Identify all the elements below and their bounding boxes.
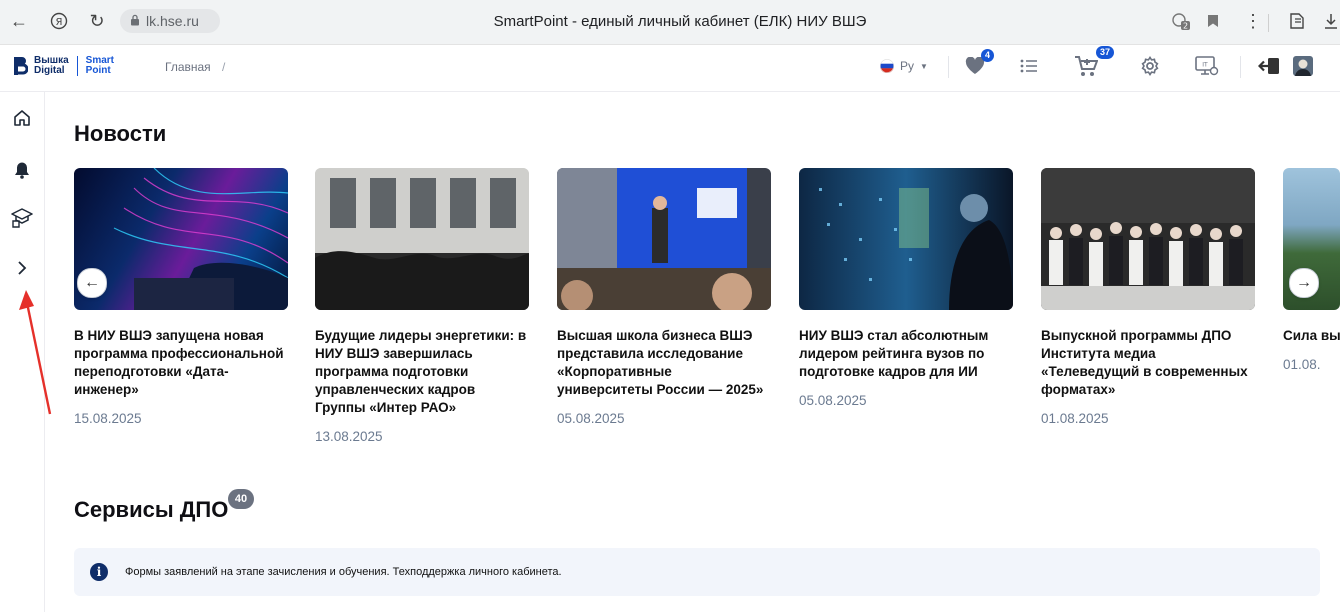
graduation-cap-icon[interactable] bbox=[10, 206, 34, 230]
breadcrumb-separator: / bbox=[222, 60, 226, 74]
news-card-title[interactable]: В НИУ ВШЭ запущена новая программа профе… bbox=[74, 327, 288, 399]
news-card[interactable]: Выпускной программы ДПО Института медиа … bbox=[1041, 168, 1255, 426]
news-card-title[interactable]: Будущие лидеры энергетики: в НИУ ВШЭ зав… bbox=[315, 327, 529, 417]
collections-icon[interactable] bbox=[1286, 10, 1308, 32]
settings-gear-icon[interactable] bbox=[1138, 54, 1162, 78]
language-selector[interactable]: Ру ▼ bbox=[874, 54, 934, 78]
news-card[interactable]: НИУ ВШЭ стал абсолютным лидером рейтинга… bbox=[799, 168, 1013, 408]
yandex-icon[interactable]: Я bbox=[48, 10, 70, 32]
news-card-date: 05.08.2025 bbox=[799, 393, 867, 408]
cart-icon[interactable] bbox=[1072, 54, 1100, 78]
browser-toolbar: ← Я ↻ lk.hse.ru SmartPoint - единый личн… bbox=[0, 0, 1340, 45]
breadcrumb: Главная / bbox=[165, 60, 225, 74]
news-heading: Новости bbox=[74, 121, 167, 146]
reload-icon[interactable]: ↻ bbox=[86, 10, 108, 32]
news-card[interactable]: Будущие лидеры энергетики: в НИУ ВШЭ зав… bbox=[315, 168, 529, 444]
services-heading: Сервисы ДПО bbox=[74, 497, 229, 522]
svg-text:IT: IT bbox=[1202, 62, 1208, 69]
carousel-next-button[interactable]: → bbox=[1289, 268, 1319, 298]
address-bar[interactable]: lk.hse.ru bbox=[120, 9, 220, 33]
toolbar-divider bbox=[1268, 14, 1269, 32]
menu-dots-icon[interactable]: ⋮ bbox=[1242, 10, 1264, 32]
logout-icon[interactable] bbox=[1256, 54, 1282, 78]
url-text: lk.hse.ru bbox=[146, 13, 199, 29]
carousel-prev-button[interactable]: ← bbox=[77, 268, 107, 298]
news-card-date: 05.08.2025 bbox=[557, 411, 625, 426]
services-count-badge: 40 bbox=[228, 489, 254, 509]
news-card-date: 01.08. bbox=[1283, 357, 1321, 372]
language-label: Ру bbox=[900, 59, 915, 73]
news-card-date: 01.08.2025 bbox=[1041, 411, 1109, 426]
notice-text: Формы заявлений на этапе зачисления и об… bbox=[125, 566, 562, 578]
news-image bbox=[315, 168, 529, 310]
home-icon[interactable] bbox=[10, 106, 34, 130]
news-image bbox=[799, 168, 1013, 310]
russia-flag-icon bbox=[880, 59, 895, 73]
chevron-down-icon: ▼ bbox=[920, 61, 928, 71]
news-card-date: 13.08.2025 bbox=[315, 429, 383, 444]
news-card-title[interactable]: Сила выезд MBA bbox=[1283, 327, 1340, 345]
cart-badge: 37 bbox=[1096, 46, 1115, 59]
favorites-badge: 4 bbox=[981, 49, 995, 62]
chevron-right-icon[interactable] bbox=[10, 256, 34, 280]
svg-text:Я: Я bbox=[56, 17, 63, 28]
extension-badge: 2 bbox=[1183, 22, 1188, 31]
it-support-icon[interactable]: IT bbox=[1194, 54, 1220, 78]
news-card-date: 15.08.2025 bbox=[74, 411, 142, 426]
header-divider-2 bbox=[1240, 56, 1241, 78]
news-card[interactable]: Высшая школа бизнеса ВШЭ представила исс… bbox=[557, 168, 771, 426]
logo-line-4: Point bbox=[85, 65, 111, 76]
news-image bbox=[1041, 168, 1255, 310]
logo-line-2: Digital bbox=[34, 65, 65, 76]
user-avatar[interactable] bbox=[1290, 54, 1316, 78]
lock-icon bbox=[130, 13, 140, 29]
tab-title: SmartPoint - единый личный кабинет (ЕЛК)… bbox=[493, 13, 867, 30]
news-card-title[interactable]: Выпускной программы ДПО Института медиа … bbox=[1041, 327, 1255, 399]
news-image bbox=[557, 168, 771, 310]
logo[interactable]: Вышка Digital Smart Point bbox=[12, 55, 114, 77]
hse-logo-icon bbox=[14, 57, 28, 75]
news-card-title[interactable]: Высшая школа бизнеса ВШЭ представила исс… bbox=[557, 327, 771, 399]
bell-icon[interactable] bbox=[10, 158, 34, 182]
annotation-arrow bbox=[19, 290, 52, 415]
header-divider bbox=[948, 56, 949, 78]
info-icon: i bbox=[90, 563, 108, 581]
bookmark-icon[interactable] bbox=[1202, 10, 1224, 32]
news-card[interactable]: В НИУ ВШЭ запущена новая программа профе… bbox=[74, 168, 288, 426]
list-icon[interactable] bbox=[1016, 54, 1042, 78]
services-notice: i Формы заявлений на этапе зачисления и … bbox=[74, 548, 1320, 596]
breadcrumb-home[interactable]: Главная bbox=[165, 60, 211, 74]
extension-icon[interactable]: 2 bbox=[1170, 10, 1192, 32]
back-arrow-icon[interactable]: ← bbox=[8, 10, 30, 32]
news-card-title[interactable]: НИУ ВШЭ стал абсолютным лидером рейтинга… bbox=[799, 327, 1013, 381]
download-icon[interactable] bbox=[1320, 10, 1340, 32]
